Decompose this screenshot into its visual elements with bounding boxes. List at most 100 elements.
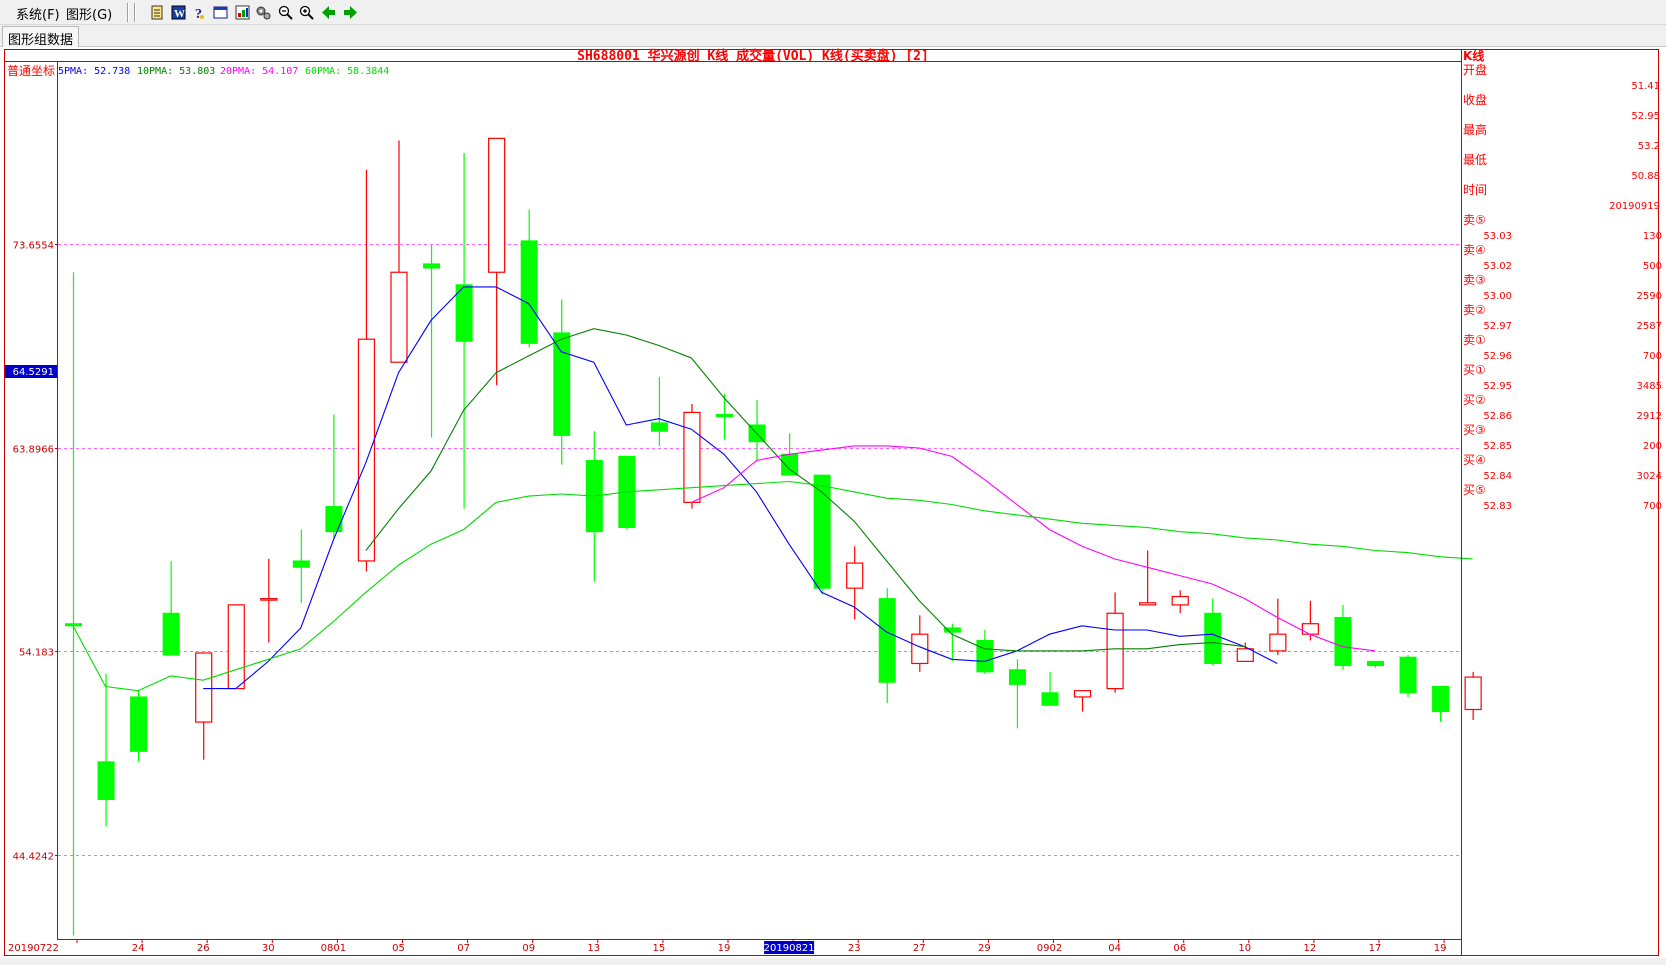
quote-field-label: 最低 (1463, 153, 1487, 167)
tab-graph-group-data[interactable]: 图形组数据 (2, 26, 80, 48)
orderbook-volume: 2587 (1637, 321, 1662, 332)
zoom-out-icon[interactable] (277, 4, 294, 21)
menu-system[interactable]: 系统(F) (16, 4, 60, 23)
date-tick-label: 29 (978, 943, 991, 954)
chart-frame (4, 49, 1659, 956)
gears-icon[interactable] (255, 4, 272, 21)
candle-body (97, 761, 115, 800)
candle-body (390, 271, 408, 363)
candle-body (553, 332, 571, 436)
window-icon[interactable] (212, 4, 229, 21)
date-tick-label: 19 (718, 943, 731, 954)
legend-20pma: 20PMA: 54.107 (220, 66, 298, 77)
candle-body (1334, 616, 1352, 667)
candle-body (976, 639, 994, 673)
date-tick-label: 20190722 (8, 943, 59, 954)
quote-field-value: 53.2 (1638, 141, 1660, 152)
orderbook-volume: 130 (1643, 231, 1662, 242)
menu-bar: 系统(F) 图形(G) W ? (0, 0, 1666, 25)
candle-body (488, 137, 506, 273)
orderbook-label: 卖③ (1463, 273, 1486, 287)
orderbook-label: 买④ (1463, 453, 1486, 467)
quote-field-label: 最高 (1463, 122, 1487, 137)
orderbook-volume: 700 (1643, 501, 1662, 512)
word-icon[interactable]: W (170, 4, 187, 21)
orderbook-price: 52.86 (1483, 411, 1512, 422)
orderbook-volume: 3485 (1637, 381, 1662, 392)
orderbook-price: 52.84 (1483, 471, 1512, 482)
orderbook-volume: 500 (1643, 261, 1662, 272)
menu-graph[interactable]: 图形(G) (66, 4, 112, 23)
toolbar-separator (127, 3, 129, 22)
quote-field-label: 开盘 (1463, 62, 1487, 77)
date-tick-label: 12 (1304, 943, 1317, 954)
svg-text:W: W (174, 8, 185, 20)
candle-body (195, 652, 213, 723)
zoom-in-icon[interactable] (298, 4, 315, 21)
date-tick-label: 30 (262, 943, 275, 954)
quote-field-value: 20190919 (1609, 201, 1660, 212)
date-tick-label: 24 (132, 943, 145, 954)
date-tick-label: 15 (653, 943, 666, 954)
orderbook-price: 53.02 (1483, 261, 1512, 272)
kline-chart[interactable]: 73.6554 63.8966 54.183 44.4242 20190722 24 26… (0, 48, 1666, 958)
date-tick-label: 06 (1173, 943, 1186, 954)
candle-body (1171, 595, 1189, 606)
status-strip (0, 958, 1666, 965)
quote-panel-header: K线 (1463, 48, 1484, 63)
price-tick-label: 54.183 (19, 648, 54, 659)
candle (227, 604, 245, 690)
candle-body (683, 411, 701, 503)
date-tick-label: 05 (392, 943, 405, 954)
help-icon[interactable]: ? (191, 4, 208, 21)
orderbook-price: 52.96 (1483, 351, 1512, 362)
date-tick-label: 13 (587, 943, 600, 954)
quote-field-label: 时间 (1463, 183, 1487, 197)
candle-body (1139, 602, 1157, 606)
orderbook-price: 52.83 (1483, 501, 1512, 512)
candle-body (455, 284, 473, 342)
doc-icon[interactable] (149, 4, 166, 21)
date-tick-label: 04 (1108, 943, 1121, 954)
candle-body (1041, 692, 1059, 706)
quote-field-value: 51.41 (1631, 81, 1660, 92)
date-tick-label: 23 (848, 943, 861, 954)
forward-arrow-icon[interactable] (342, 4, 359, 21)
date-tick-label: 07 (457, 943, 470, 954)
coord-mode-label[interactable]: 普通坐标 (7, 64, 55, 78)
date-tick-label: 27 (913, 943, 926, 954)
orderbook-volume: 2590 (1637, 291, 1662, 302)
date-tick-label: 26 (197, 943, 210, 954)
candle-body (423, 263, 441, 269)
candle-body (781, 453, 799, 476)
orderbook-label: 卖⑤ (1463, 213, 1486, 227)
orderbook-label: 卖④ (1463, 243, 1486, 257)
image-icon[interactable] (234, 4, 251, 21)
candle-body (162, 612, 180, 656)
chart-title: SH688001 华兴源创 K线 成交量(VOL) K线(买卖盘) [2] (577, 48, 929, 64)
candle-body (1106, 612, 1124, 690)
tab-bar: 图形组数据 (0, 25, 1666, 48)
orderbook-price: 52.85 (1483, 441, 1512, 452)
candle-body (1073, 690, 1092, 698)
back-arrow-icon[interactable] (320, 4, 337, 21)
orderbook-label: 买⑤ (1463, 483, 1486, 497)
price-tick-label: 44.4242 (13, 852, 54, 863)
candle-body (716, 414, 733, 418)
candle-body (325, 506, 343, 533)
orderbook-volume: 700 (1643, 351, 1662, 362)
legend-60pma: 60PMA: 58.3844 (305, 66, 389, 77)
cursor-date-label: 20190821 (764, 943, 815, 954)
candle (683, 404, 701, 509)
candle-body (846, 562, 864, 589)
candle-body (65, 623, 82, 627)
candle (1399, 655, 1417, 697)
candle-body (1236, 648, 1254, 662)
candle-body (520, 240, 538, 344)
candle-body (1432, 685, 1450, 713)
candle-body (1367, 660, 1384, 667)
date-tick-label: 0801 (321, 943, 346, 954)
price-tick-label: 73.6554 (13, 241, 54, 252)
quote-field-label: 收盘 (1463, 92, 1487, 107)
orderbook-label: 买① (1463, 363, 1486, 377)
